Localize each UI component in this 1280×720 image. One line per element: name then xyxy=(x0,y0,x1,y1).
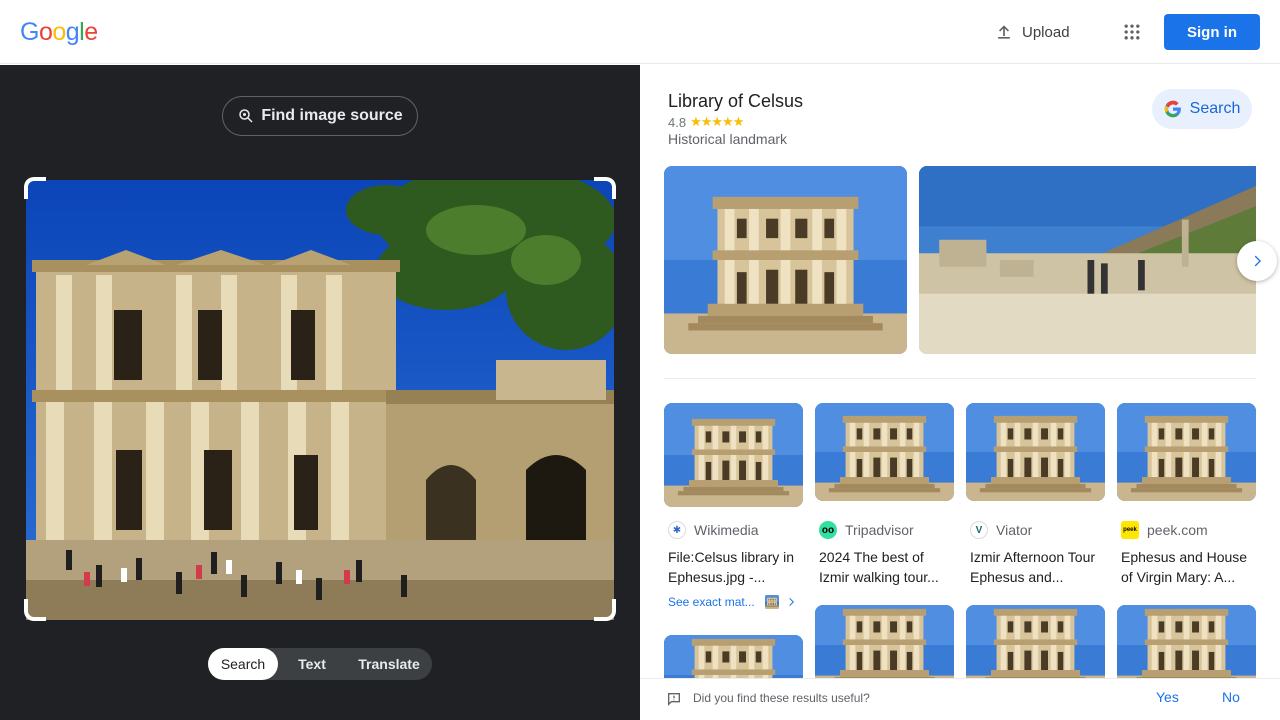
find-image-source-button[interactable]: Find image source xyxy=(222,96,418,136)
rating-value: 4.8 xyxy=(668,114,687,130)
tab-text[interactable]: Text xyxy=(278,648,346,680)
result-source-name: peek.com xyxy=(1147,522,1208,538)
carousel-next-button[interactable] xyxy=(1237,241,1277,281)
feedback-bar: Did you find these results useful? Yes N… xyxy=(640,678,1280,720)
chevron-right-icon xyxy=(1249,253,1265,269)
feedback-no-button[interactable]: No xyxy=(1222,689,1240,705)
viator-favicon-icon: V xyxy=(970,521,988,539)
entity-image-1[interactable] xyxy=(664,166,907,354)
rating-stars-icon: ★★★★★ xyxy=(690,114,744,129)
result-title[interactable]: Izmir Afternoon Tour Ephesus and... xyxy=(966,547,1105,587)
see-exact-label: See exact mat... xyxy=(668,595,755,609)
chevron-right-icon xyxy=(785,596,797,608)
result-source-name: Tripadvisor xyxy=(845,522,914,538)
upload-label: Upload xyxy=(1022,23,1070,41)
query-image[interactable] xyxy=(26,180,614,620)
google-g-icon xyxy=(1164,100,1182,118)
result-source-name: Wikimedia xyxy=(694,522,759,538)
crop-handle-bottom-right[interactable] xyxy=(594,599,616,621)
result-thumbnail[interactable] xyxy=(1117,403,1256,501)
logo-letter: G xyxy=(20,18,39,46)
peek-favicon-icon: peek xyxy=(1121,521,1139,539)
result-thumbnail[interactable] xyxy=(815,403,954,501)
result-thumbnail[interactable] xyxy=(966,403,1105,501)
logo-letter: o xyxy=(52,18,66,46)
logo-letter: g xyxy=(65,18,80,46)
google-logo[interactable]: Google xyxy=(20,18,98,47)
result-source: ✱ Wikimedia xyxy=(664,521,803,539)
result-source-name: Viator xyxy=(996,522,1033,538)
tab-translate[interactable]: Translate xyxy=(346,648,432,680)
crop-handle-top-left[interactable] xyxy=(24,177,46,199)
sign-in-button[interactable]: Sign in xyxy=(1164,14,1260,50)
feedback-question: Did you find these results useful? xyxy=(693,691,870,705)
logo-letter: o xyxy=(38,18,53,46)
result-thumbnail[interactable] xyxy=(966,605,1105,685)
see-exact-matches-link[interactable]: See exact mat... xyxy=(668,595,797,609)
image-search-icon xyxy=(237,107,255,125)
result-card[interactable]: peek peek.com Ephesus and House of Virgi… xyxy=(1117,403,1256,587)
feedback-icon xyxy=(666,691,682,707)
query-image-panel: Find image source Search Text Translate xyxy=(0,65,640,720)
crop-handle-top-right[interactable] xyxy=(594,177,616,199)
result-source: peek peek.com xyxy=(1117,521,1256,539)
result-title[interactable]: Ephesus and House of Virgin Mary: A... xyxy=(1117,547,1256,587)
entity-image-2[interactable] xyxy=(919,166,1256,354)
logo-letter: e xyxy=(84,18,98,46)
crop-handle-bottom-left[interactable] xyxy=(24,599,46,621)
upload-icon xyxy=(994,22,1014,42)
wikimedia-favicon-icon: ✱ xyxy=(668,521,686,539)
result-thumbnail[interactable] xyxy=(664,403,803,507)
lens-mode-tabs: Search Text Translate xyxy=(208,648,432,680)
result-thumbnail[interactable] xyxy=(815,605,954,685)
feedback-yes-button[interactable]: Yes xyxy=(1156,689,1179,705)
entity-rating: 4.8 ★★★★★ xyxy=(668,114,744,130)
result-title[interactable]: File:Celsus library in Ephesus.jpg -... xyxy=(664,547,803,587)
result-thumbnail[interactable] xyxy=(1117,605,1256,685)
tripadvisor-favicon-icon: oo xyxy=(819,521,837,539)
result-card[interactable]: V Viator Izmir Afternoon Tour Ephesus an… xyxy=(966,403,1105,587)
header-bar: Google Upload Sign in xyxy=(0,0,1280,64)
section-divider xyxy=(664,378,1256,379)
tab-search[interactable]: Search xyxy=(208,648,278,680)
entity-search-label: Search xyxy=(1189,100,1241,117)
upload-button[interactable]: Upload xyxy=(984,14,1080,50)
result-card[interactable]: oo Tripadvisor 2024 The best of Izmir wa… xyxy=(815,403,954,587)
entity-search-button[interactable]: Search xyxy=(1152,89,1252,129)
results-panel: Library of Celsus 4.8 ★★★★★ Historical l… xyxy=(640,65,1280,720)
result-source: oo Tripadvisor xyxy=(815,521,954,539)
apps-grid-icon xyxy=(1122,22,1142,42)
result-source: V Viator xyxy=(966,521,1105,539)
exact-match-thumbnail-icon xyxy=(765,595,779,609)
entity-title[interactable]: Library of Celsus xyxy=(668,91,803,112)
find-source-label: Find image source xyxy=(261,107,403,124)
google-apps-button[interactable] xyxy=(1114,14,1150,50)
result-card[interactable]: ✱ Wikimedia File:Celsus library in Ephes… xyxy=(664,403,803,587)
entity-subtitle: Historical landmark xyxy=(668,131,788,147)
result-title[interactable]: 2024 The best of Izmir walking tour... xyxy=(815,547,954,587)
